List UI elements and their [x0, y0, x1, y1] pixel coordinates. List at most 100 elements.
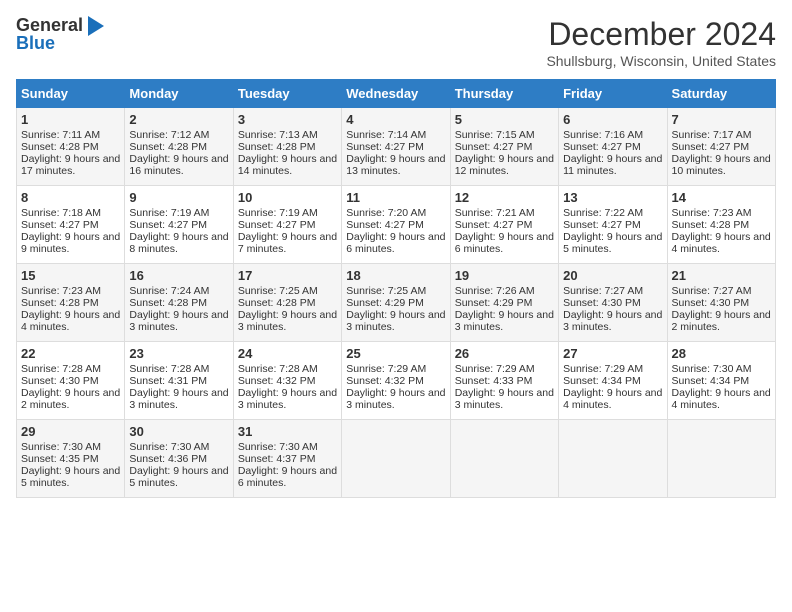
daylight: Daylight: 9 hours and 3 minutes. — [455, 387, 554, 411]
daylight: Daylight: 9 hours and 17 minutes. — [21, 153, 120, 177]
sunrise: Sunrise: 7:30 AM — [21, 441, 101, 453]
daylight: Daylight: 9 hours and 4 minutes. — [563, 387, 662, 411]
sunrise: Sunrise: 7:16 AM — [563, 129, 643, 141]
header-thursday: Thursday — [450, 80, 558, 108]
day-number: 22 — [21, 346, 120, 361]
day-number: 4 — [346, 112, 445, 127]
logo: General Blue — [16, 16, 104, 54]
sunrise: Sunrise: 7:19 AM — [129, 207, 209, 219]
header-tuesday: Tuesday — [233, 80, 341, 108]
location: Shullsburg, Wisconsin, United States — [546, 53, 776, 69]
calendar-cell: 1Sunrise: 7:11 AMSunset: 4:28 PMDaylight… — [17, 108, 125, 186]
week-row-4: 22Sunrise: 7:28 AMSunset: 4:30 PMDayligh… — [17, 342, 776, 420]
sunset: Sunset: 4:28 PM — [672, 219, 750, 231]
sunset: Sunset: 4:27 PM — [563, 141, 641, 153]
sunset: Sunset: 4:27 PM — [129, 219, 207, 231]
daylight: Daylight: 9 hours and 3 minutes. — [129, 387, 228, 411]
sunrise: Sunrise: 7:23 AM — [672, 207, 752, 219]
calendar-cell: 16Sunrise: 7:24 AMSunset: 4:28 PMDayligh… — [125, 264, 233, 342]
daylight: Daylight: 9 hours and 3 minutes. — [238, 309, 337, 333]
sunrise: Sunrise: 7:22 AM — [563, 207, 643, 219]
calendar-cell — [559, 420, 667, 498]
sunrise: Sunrise: 7:29 AM — [346, 363, 426, 375]
day-number: 16 — [129, 268, 228, 283]
day-number: 13 — [563, 190, 662, 205]
day-number: 21 — [672, 268, 771, 283]
daylight: Daylight: 9 hours and 8 minutes. — [129, 231, 228, 255]
calendar-cell: 26Sunrise: 7:29 AMSunset: 4:33 PMDayligh… — [450, 342, 558, 420]
calendar-cell: 31Sunrise: 7:30 AMSunset: 4:37 PMDayligh… — [233, 420, 341, 498]
daylight: Daylight: 9 hours and 6 minutes. — [346, 231, 445, 255]
daylight: Daylight: 9 hours and 10 minutes. — [672, 153, 771, 177]
sunset: Sunset: 4:27 PM — [346, 219, 424, 231]
sunrise: Sunrise: 7:13 AM — [238, 129, 318, 141]
sunset: Sunset: 4:32 PM — [346, 375, 424, 387]
calendar-cell: 28Sunrise: 7:30 AMSunset: 4:34 PMDayligh… — [667, 342, 775, 420]
sunrise: Sunrise: 7:29 AM — [563, 363, 643, 375]
day-number: 10 — [238, 190, 337, 205]
calendar-cell: 18Sunrise: 7:25 AMSunset: 4:29 PMDayligh… — [342, 264, 450, 342]
day-number: 29 — [21, 424, 120, 439]
sunrise: Sunrise: 7:30 AM — [129, 441, 209, 453]
daylight: Daylight: 9 hours and 3 minutes. — [563, 309, 662, 333]
calendar-cell: 23 Sunrise: 7:28 AMSunset: 4:31 PMDayligh… — [125, 342, 233, 420]
sunset: Sunset: 4:27 PM — [563, 219, 641, 231]
day-number: 26 — [455, 346, 554, 361]
day-number: 14 — [672, 190, 771, 205]
sunset: Sunset: 4:27 PM — [672, 141, 750, 153]
sunset: Sunset: 4:27 PM — [455, 141, 533, 153]
day-number: 15 — [21, 268, 120, 283]
daylight: Daylight: 9 hours and 5 minutes. — [129, 465, 228, 489]
calendar-cell: 12Sunrise: 7:21 AMSunset: 4:27 PMDayligh… — [450, 186, 558, 264]
header-wednesday: Wednesday — [342, 80, 450, 108]
daylight: Daylight: 9 hours and 7 minutes. — [238, 231, 337, 255]
calendar-cell: 17Sunrise: 7:25 AMSunset: 4:28 PMDayligh… — [233, 264, 341, 342]
day-number: 1 — [21, 112, 120, 127]
daylight: Daylight: 9 hours and 13 minutes. — [346, 153, 445, 177]
calendar-cell: 21Sunrise: 7:27 AMSunset: 4:30 PMDayligh… — [667, 264, 775, 342]
sunrise: Sunrise: 7:21 AM — [455, 207, 535, 219]
daylight: Daylight: 9 hours and 3 minutes. — [129, 309, 228, 333]
sunset: Sunset: 4:28 PM — [238, 297, 316, 309]
daylight: Daylight: 9 hours and 12 minutes. — [455, 153, 554, 177]
calendar-cell: 30Sunrise: 7:30 AMSunset: 4:36 PMDayligh… — [125, 420, 233, 498]
day-number: 17 — [238, 268, 337, 283]
sunset: Sunset: 4:30 PM — [21, 375, 99, 387]
sunset: Sunset: 4:28 PM — [21, 141, 99, 153]
sunset: Sunset: 4:36 PM — [129, 453, 207, 465]
week-row-1: 1Sunrise: 7:11 AMSunset: 4:28 PMDaylight… — [17, 108, 776, 186]
sunset: Sunset: 4:34 PM — [563, 375, 641, 387]
daylight: Daylight: 9 hours and 11 minutes. — [563, 153, 662, 177]
daylight: Daylight: 9 hours and 4 minutes. — [672, 387, 771, 411]
calendar-cell: 10Sunrise: 7:19 AMSunset: 4:27 PMDayligh… — [233, 186, 341, 264]
sunrise: Sunrise: 7:14 AM — [346, 129, 426, 141]
sunset: Sunset: 4:33 PM — [455, 375, 533, 387]
month-title: December 2024 — [546, 16, 776, 53]
sunset: Sunset: 4:30 PM — [672, 297, 750, 309]
daylight: Daylight: 9 hours and 16 minutes. — [129, 153, 228, 177]
sunset: Sunset: 4:37 PM — [238, 453, 316, 465]
daylight: Daylight: 9 hours and 2 minutes. — [21, 387, 120, 411]
sunrise: Sunrise: 7:15 AM — [455, 129, 535, 141]
sunrise: Sunrise: 7:28 AM — [129, 363, 209, 375]
sunrise: Sunrise: 7:28 AM — [21, 363, 101, 375]
daylight: Daylight: 9 hours and 3 minutes. — [455, 309, 554, 333]
calendar-cell: 25Sunrise: 7:29 AMSunset: 4:32 PMDayligh… — [342, 342, 450, 420]
calendar-cell: 5Sunrise: 7:15 AMSunset: 4:27 PMDaylight… — [450, 108, 558, 186]
sunrise: Sunrise: 7:27 AM — [563, 285, 643, 297]
calendar-cell: 22 Sunrise: 7:28 AMSunset: 4:30 PMDayligh… — [17, 342, 125, 420]
day-number: 3 — [238, 112, 337, 127]
day-number: 23 — [129, 346, 228, 361]
sunrise: Sunrise: 7:12 AM — [129, 129, 209, 141]
week-row-3: 15Sunrise: 7:23 AMSunset: 4:28 PMDayligh… — [17, 264, 776, 342]
header-monday: Monday — [125, 80, 233, 108]
header-sunday: Sunday — [17, 80, 125, 108]
week-row-5: 29Sunrise: 7:30 AMSunset: 4:35 PMDayligh… — [17, 420, 776, 498]
sunset: Sunset: 4:27 PM — [346, 141, 424, 153]
day-number: 28 — [672, 346, 771, 361]
daylight: Daylight: 9 hours and 4 minutes. — [21, 309, 120, 333]
day-number: 12 — [455, 190, 554, 205]
sunset: Sunset: 4:34 PM — [672, 375, 750, 387]
sunset: Sunset: 4:31 PM — [129, 375, 207, 387]
sunset: Sunset: 4:32 PM — [238, 375, 316, 387]
